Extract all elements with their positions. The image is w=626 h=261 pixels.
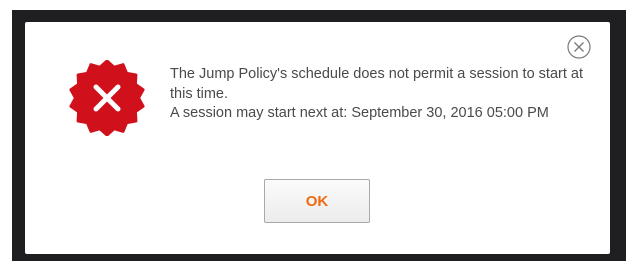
error-x-icon xyxy=(69,60,145,136)
screen: The Jump Policy's schedule does not perm… xyxy=(0,0,626,261)
close-button[interactable] xyxy=(567,35,591,59)
message-line-next-start: A session may start next at: September 3… xyxy=(170,105,549,121)
ok-button[interactable]: OK xyxy=(264,179,370,223)
dialog-message: The Jump Policy's schedule does not perm… xyxy=(170,65,590,124)
close-circle-icon xyxy=(567,35,591,59)
message-line-schedule: The Jump Policy's schedule does not perm… xyxy=(170,66,583,102)
error-dialog: The Jump Policy's schedule does not perm… xyxy=(25,22,610,254)
